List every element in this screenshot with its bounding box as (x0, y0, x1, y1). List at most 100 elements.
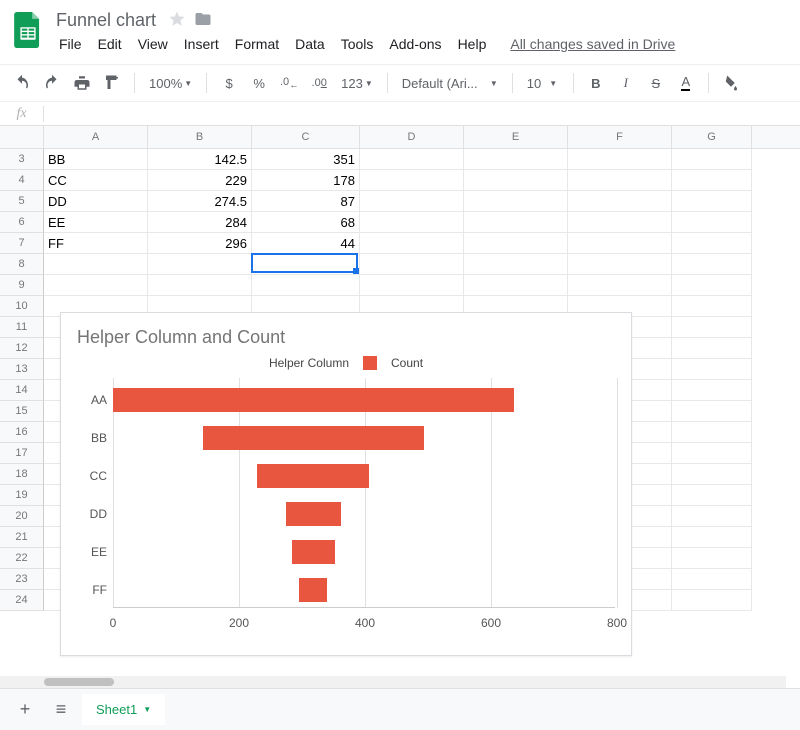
cell-B5[interactable]: 274.5 (148, 191, 252, 212)
menu-insert[interactable]: Insert (177, 34, 226, 54)
col-header-B[interactable]: B (148, 126, 252, 148)
paint-format-icon[interactable] (100, 71, 124, 95)
cell-C9[interactable] (252, 275, 360, 296)
col-header-G[interactable]: G (672, 126, 752, 148)
h-scroll-track[interactable] (0, 676, 786, 688)
cell-F5[interactable] (568, 191, 672, 212)
increase-decimals-button[interactable]: .00 (307, 71, 331, 95)
cell-B6[interactable]: 284 (148, 212, 252, 233)
row-header-18[interactable]: 18 (0, 464, 44, 485)
cell-A4[interactable]: CC (44, 170, 148, 191)
currency-button[interactable]: $ (217, 71, 241, 95)
row-header-8[interactable]: 8 (0, 254, 44, 275)
cell-F6[interactable] (568, 212, 672, 233)
zoom-dropdown[interactable]: 100%▼ (145, 76, 196, 91)
cell-G22[interactable] (672, 548, 752, 569)
cell-E7[interactable] (464, 233, 568, 254)
cell-D6[interactable] (360, 212, 464, 233)
cell-G11[interactable] (672, 317, 752, 338)
cell-G18[interactable] (672, 464, 752, 485)
sheets-app-icon[interactable] (8, 10, 48, 50)
strike-button[interactable]: S (644, 71, 668, 95)
sheet-tab-caret-icon[interactable]: ▼ (143, 705, 151, 714)
cell-D3[interactable] (360, 149, 464, 170)
row-header-23[interactable]: 23 (0, 569, 44, 590)
cell-A3[interactable]: BB (44, 149, 148, 170)
menu-view[interactable]: View (131, 34, 175, 54)
row-header-21[interactable]: 21 (0, 527, 44, 548)
add-sheet-button[interactable]: + (10, 695, 40, 725)
row-header-11[interactable]: 11 (0, 317, 44, 338)
cell-E3[interactable] (464, 149, 568, 170)
col-header-E[interactable]: E (464, 126, 568, 148)
cell-E5[interactable] (464, 191, 568, 212)
cell-F8[interactable] (568, 254, 672, 275)
cell-G12[interactable] (672, 338, 752, 359)
cell-A6[interactable]: EE (44, 212, 148, 233)
cell-B4[interactable]: 229 (148, 170, 252, 191)
cell-F9[interactable] (568, 275, 672, 296)
chart-container[interactable]: Helper Column and Count Helper Column Co… (60, 312, 632, 656)
select-all-corner[interactable] (0, 126, 44, 148)
cell-G10[interactable] (672, 296, 752, 317)
cell-A7[interactable]: FF (44, 233, 148, 254)
row-header-3[interactable]: 3 (0, 149, 44, 170)
doc-title[interactable]: Funnel chart (52, 10, 160, 31)
cell-E4[interactable] (464, 170, 568, 191)
cell-A8[interactable] (44, 254, 148, 275)
col-header-D[interactable]: D (360, 126, 464, 148)
cell-G4[interactable] (672, 170, 752, 191)
cell-B7[interactable]: 296 (148, 233, 252, 254)
cell-B3[interactable]: 142.5 (148, 149, 252, 170)
folder-icon[interactable] (194, 10, 212, 31)
cell-G24[interactable] (672, 590, 752, 611)
col-header-F[interactable]: F (568, 126, 672, 148)
cell-E8[interactable] (464, 254, 568, 275)
fill-color-button[interactable] (719, 71, 743, 95)
cell-G6[interactable] (672, 212, 752, 233)
cell-F3[interactable] (568, 149, 672, 170)
redo-icon[interactable] (40, 71, 64, 95)
row-header-9[interactable]: 9 (0, 275, 44, 296)
cell-A9[interactable] (44, 275, 148, 296)
row-header-20[interactable]: 20 (0, 506, 44, 527)
cell-G15[interactable] (672, 401, 752, 422)
row-header-7[interactable]: 7 (0, 233, 44, 254)
menu-addons[interactable]: Add-ons (382, 34, 448, 54)
menu-help[interactable]: Help (451, 34, 494, 54)
row-header-24[interactable]: 24 (0, 590, 44, 611)
save-status[interactable]: All changes saved in Drive (503, 34, 682, 54)
cell-F4[interactable] (568, 170, 672, 191)
cell-G9[interactable] (672, 275, 752, 296)
cell-D4[interactable] (360, 170, 464, 191)
row-header-12[interactable]: 12 (0, 338, 44, 359)
cell-E9[interactable] (464, 275, 568, 296)
cell-G20[interactable] (672, 506, 752, 527)
cell-D5[interactable] (360, 191, 464, 212)
menu-file[interactable]: File (52, 34, 89, 54)
font-size-dropdown[interactable]: 10▼ (523, 76, 563, 91)
cell-C6[interactable]: 68 (252, 212, 360, 233)
cell-C8[interactable] (252, 254, 360, 275)
cell-G21[interactable] (672, 527, 752, 548)
row-header-10[interactable]: 10 (0, 296, 44, 317)
cell-G13[interactable] (672, 359, 752, 380)
cell-C7[interactable]: 44 (252, 233, 360, 254)
cell-B9[interactable] (148, 275, 252, 296)
cell-C3[interactable]: 351 (252, 149, 360, 170)
menu-tools[interactable]: Tools (334, 34, 381, 54)
row-header-15[interactable]: 15 (0, 401, 44, 422)
cell-G3[interactable] (672, 149, 752, 170)
row-header-14[interactable]: 14 (0, 380, 44, 401)
cell-D7[interactable] (360, 233, 464, 254)
cell-C4[interactable]: 178 (252, 170, 360, 191)
font-dropdown[interactable]: Default (Ari...▼ (398, 76, 502, 91)
row-header-13[interactable]: 13 (0, 359, 44, 380)
row-header-19[interactable]: 19 (0, 485, 44, 506)
all-sheets-button[interactable]: ≡ (46, 695, 76, 725)
cell-F7[interactable] (568, 233, 672, 254)
menu-data[interactable]: Data (288, 34, 332, 54)
row-header-5[interactable]: 5 (0, 191, 44, 212)
menu-edit[interactable]: Edit (91, 34, 129, 54)
col-header-A[interactable]: A (44, 126, 148, 148)
